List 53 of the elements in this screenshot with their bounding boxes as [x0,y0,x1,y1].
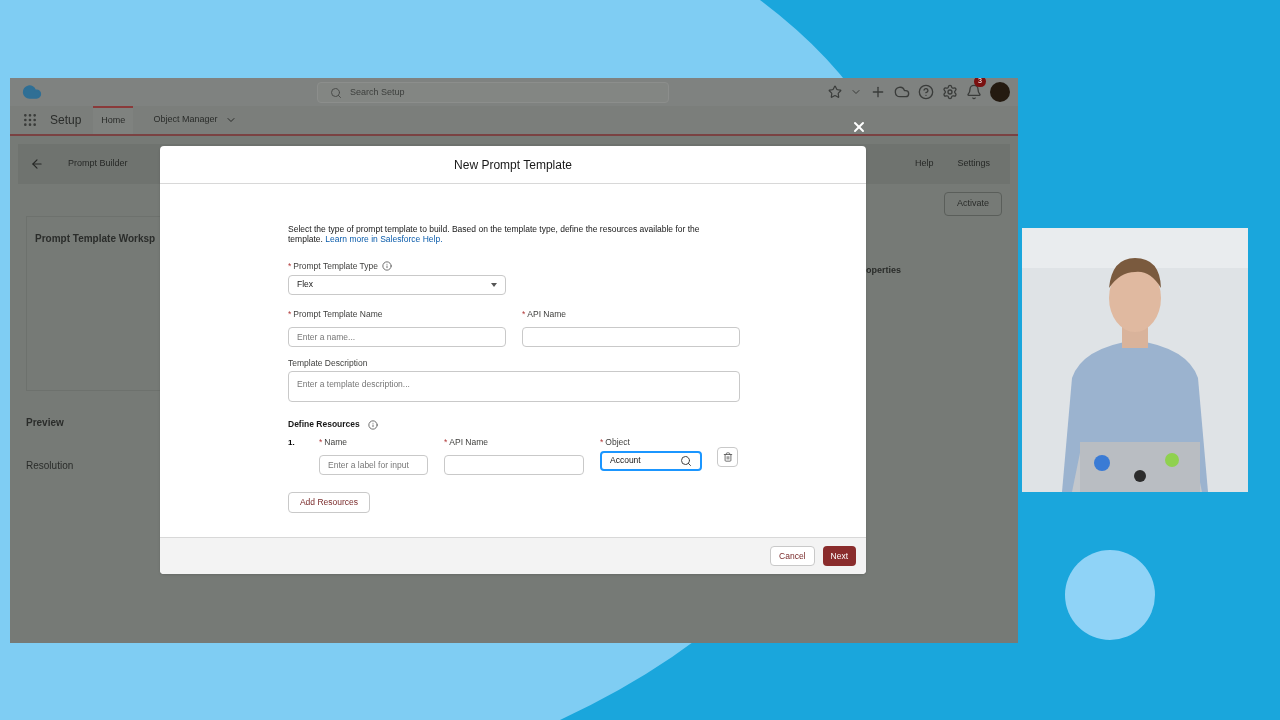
name-label: Prompt Template Name [293,307,383,321]
resolution-title: Resolution [26,459,75,473]
type-select[interactable]: Flex [288,274,506,295]
bell-icon[interactable] [966,84,982,100]
resource-number: 1. [288,437,296,449]
next-button[interactable]: Next [822,546,856,566]
avatar[interactable] [990,82,1010,102]
search-icon [680,454,692,467]
help-icon[interactable] [918,84,934,100]
settings-icon[interactable] [942,84,958,100]
search-icon [330,86,342,99]
type-label: Prompt Template Type [293,260,379,273]
description-label: Template Description [288,356,368,370]
trash-icon [722,452,733,462]
nav-tab[interactable]: Home [93,106,134,134]
description-input[interactable]: Enter a template description... [288,371,740,403]
required-mark: * [288,260,292,273]
required-mark: * [319,436,323,449]
resource-name-label: Name [324,436,347,449]
properties-title: operties [866,263,901,277]
resources-title: Define Resources [288,418,360,431]
add-resources-button[interactable]: Add Resources [288,491,370,513]
info-icon [382,261,393,272]
back-icon[interactable] [30,157,44,171]
app-name: Setup [50,112,82,129]
builder-title: Prompt Builder [68,157,128,171]
workspace-title: Prompt Template Worksp [35,233,156,244]
resource-name-input[interactable]: Enter a label for input [319,454,428,475]
resource-api-input[interactable] [444,454,584,475]
name-input[interactable]: Enter a name... [288,326,506,347]
dropdown-caret-icon [491,282,497,287]
required-mark: * [600,436,604,449]
api-name-label: API Name [527,307,567,321]
info-icon [367,419,378,430]
star-icon[interactable] [828,85,842,99]
object-label: Object [605,436,630,449]
modal-title: New Prompt Template [454,156,572,174]
cancel-button[interactable]: Cancel [770,546,815,566]
add-icon[interactable] [870,84,886,100]
app-launcher-icon[interactable] [22,112,38,128]
object-field[interactable]: Account [600,450,702,471]
api-name-input[interactable] [522,326,740,347]
required-mark: * [288,307,292,321]
required-mark: * [444,436,448,449]
cloud-icon[interactable] [894,84,910,100]
resource-api-label: API Name [449,436,489,449]
nav-tab[interactable]: Object Manager [145,106,246,134]
delete-button[interactable] [717,447,738,467]
intro-text: Select the type of prompt template to build. Based on the template type, define the resources available for the template. Learn more in Salesforce Help. [288,224,701,244]
close-icon[interactable] [851,119,867,135]
required-mark: * [522,307,526,321]
preview-title: Preview [26,416,65,430]
help-link[interactable]: Learn more in Salesforce Help. [325,234,443,244]
